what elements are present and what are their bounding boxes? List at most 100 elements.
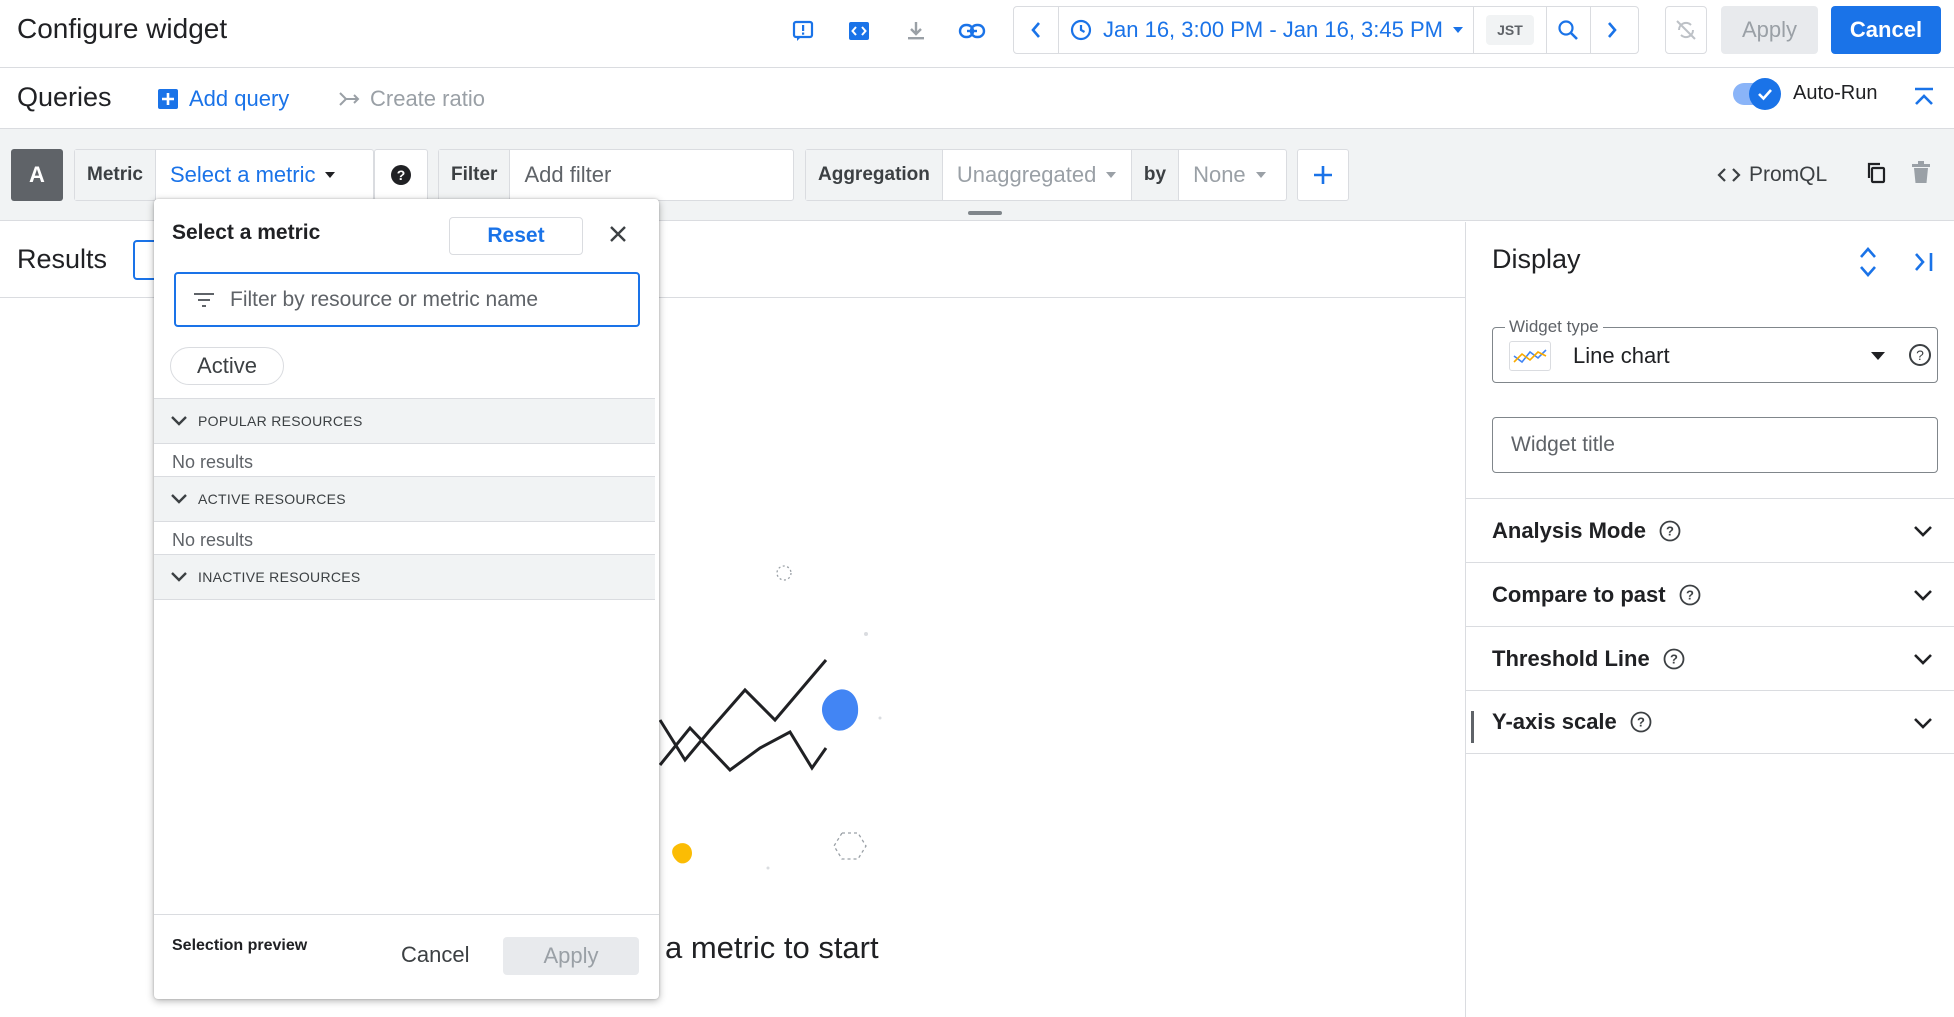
add-query-button[interactable]: Add query [157,86,289,112]
clock-icon [1070,19,1092,41]
group-label: ACTIVE RESOURCES [198,491,346,507]
line-chart-icon [1509,341,1551,371]
check-icon [1749,77,1781,110]
popup-cancel-button[interactable]: Cancel [401,942,469,968]
apply-button[interactable]: Apply [1721,6,1818,54]
selection-preview-label: Selection preview [172,937,308,954]
widget-title-input[interactable]: Widget title [1492,417,1938,473]
promql-button[interactable]: PromQL [1717,163,1827,187]
svg-text:?: ? [397,167,406,183]
auto-run-toggle[interactable]: Auto-Run [1733,77,1878,110]
timezone-selector[interactable]: JST [1472,7,1546,53]
resize-handle[interactable] [968,211,1002,215]
help-icon[interactable]: ? [1658,519,1682,543]
metric-help-button[interactable]: ? [374,149,428,201]
chevron-down-icon [1914,526,1932,537]
code-brackets-icon [1717,168,1741,182]
metric-value: Select a metric [169,162,316,187]
svg-text:?: ? [1670,651,1678,666]
code-icon[interactable] [842,14,876,48]
no-results-text: No results [172,530,254,550]
select-metric-popup: Select a metric Reset Filter by resource… [154,199,659,999]
chevron-down-icon [171,572,187,582]
aggregation-field[interactable]: Aggregation Unaggregated by None [805,149,1287,201]
accordion-y-axis-scale[interactable]: Y-axis scale ? [1466,690,1954,754]
group-label: INACTIVE RESOURCES [198,569,361,585]
ratio-arrow-icon [339,92,360,106]
empty-state-text: a metric to start [665,930,879,965]
zoom-button[interactable] [1545,7,1590,53]
time-range-group: Jan 16, 3:00 PM - Jan 16, 3:45 PM JST [1013,6,1639,54]
section-label: Compare to past [1492,581,1666,607]
toggle-switch[interactable] [1733,77,1781,110]
group-popular-resources[interactable]: POPULAR RESOURCES [154,398,655,444]
chevron-down-icon [1914,718,1932,729]
group-by-value: None [1193,162,1246,187]
sync-off-button[interactable] [1665,6,1707,54]
widget-type-label: Widget type [1505,317,1603,337]
section-label: Y-axis scale [1492,709,1617,734]
metric-field[interactable]: Metric Select a metric [74,149,374,201]
create-ratio-label: Create ratio [370,86,485,111]
close-icon[interactable] [606,222,630,246]
group-inactive-resources[interactable]: INACTIVE RESOURCES [154,554,655,600]
link-icon[interactable] [955,14,989,48]
feedback-icon[interactable] [786,14,820,48]
filter-input[interactable]: Add filter [510,162,625,188]
collapse-panel-icon[interactable] [1912,249,1936,275]
svg-text:?: ? [1637,715,1645,730]
accordion-threshold-line[interactable]: Threshold Line ? [1466,626,1954,690]
time-range-picker[interactable]: Jan 16, 3:00 PM - Jan 16, 3:45 PM [1058,7,1473,53]
results-title: Results [17,244,108,274]
trash-icon[interactable] [1911,161,1931,185]
widget-type-value: Line chart [1573,343,1670,368]
svg-text:?: ? [1666,523,1674,538]
metric-selector[interactable]: Select a metric [156,162,350,188]
copy-icon[interactable] [1865,161,1887,185]
add-aggregation-button[interactable] [1297,149,1349,201]
chevron-left-icon [1031,22,1040,38]
popup-footer: Selection preview Cancel Apply [154,914,659,999]
sync-off-icon [1676,20,1696,40]
chevron-down-icon [171,494,187,504]
help-icon[interactable]: ? [1662,647,1686,671]
previous-range-button[interactable] [1014,7,1058,53]
group-active-resources[interactable]: ACTIVE RESOURCES [154,476,655,522]
filter-field[interactable]: Filter Add filter [438,149,794,201]
promql-label: PromQL [1749,163,1828,186]
queries-bar: Queries Add query Create ratio Auto-Run [0,68,1954,129]
add-query-label: Add query [189,86,290,111]
accordion-compare-to-past[interactable]: Compare to past ? [1466,562,1954,626]
widget-type-select[interactable]: Widget type Line chart ? [1492,317,1938,383]
by-label: by [1130,150,1180,200]
popup-title: Select a metric [172,221,321,244]
section-label: Threshold Line [1492,645,1650,671]
query-letter-badge[interactable]: A [11,149,63,201]
expand-icon[interactable] [1856,244,1880,280]
popup-apply-button[interactable]: Apply [503,937,639,975]
focus-indicator [1471,711,1474,743]
aggregation-label: Aggregation [806,150,943,200]
next-range-button[interactable] [1589,7,1634,53]
create-ratio-button[interactable]: Create ratio [338,86,485,112]
active-filter-chip[interactable]: Active [170,347,284,385]
metric-filter-input[interactable]: Filter by resource or metric name [174,272,640,327]
empty-state-illustration [658,565,882,870]
accordion-analysis-mode[interactable]: Analysis Mode ? [1466,498,1954,562]
help-icon[interactable]: ? [1629,710,1653,734]
caret-down-icon [1106,172,1117,178]
download-icon[interactable] [899,14,933,48]
help-icon: ? [391,165,411,185]
chevron-down-icon [1914,590,1932,601]
top-bar: Configure widget Jan 16, 3:00 PM - Jan 1… [0,0,1954,68]
reset-button[interactable]: Reset [449,217,583,255]
aggregation-selector[interactable]: Unaggregated [943,162,1131,188]
cancel-button[interactable]: Cancel [1831,6,1941,54]
plus-icon [1314,166,1332,184]
group-label: POPULAR RESOURCES [198,413,363,429]
help-icon[interactable]: ? [1907,342,1933,368]
help-icon[interactable]: ? [1678,583,1702,607]
collapse-icon[interactable] [1912,86,1936,112]
group-by-selector[interactable]: None [1179,162,1280,188]
filter-placeholder: Filter by resource or metric name [230,287,539,311]
